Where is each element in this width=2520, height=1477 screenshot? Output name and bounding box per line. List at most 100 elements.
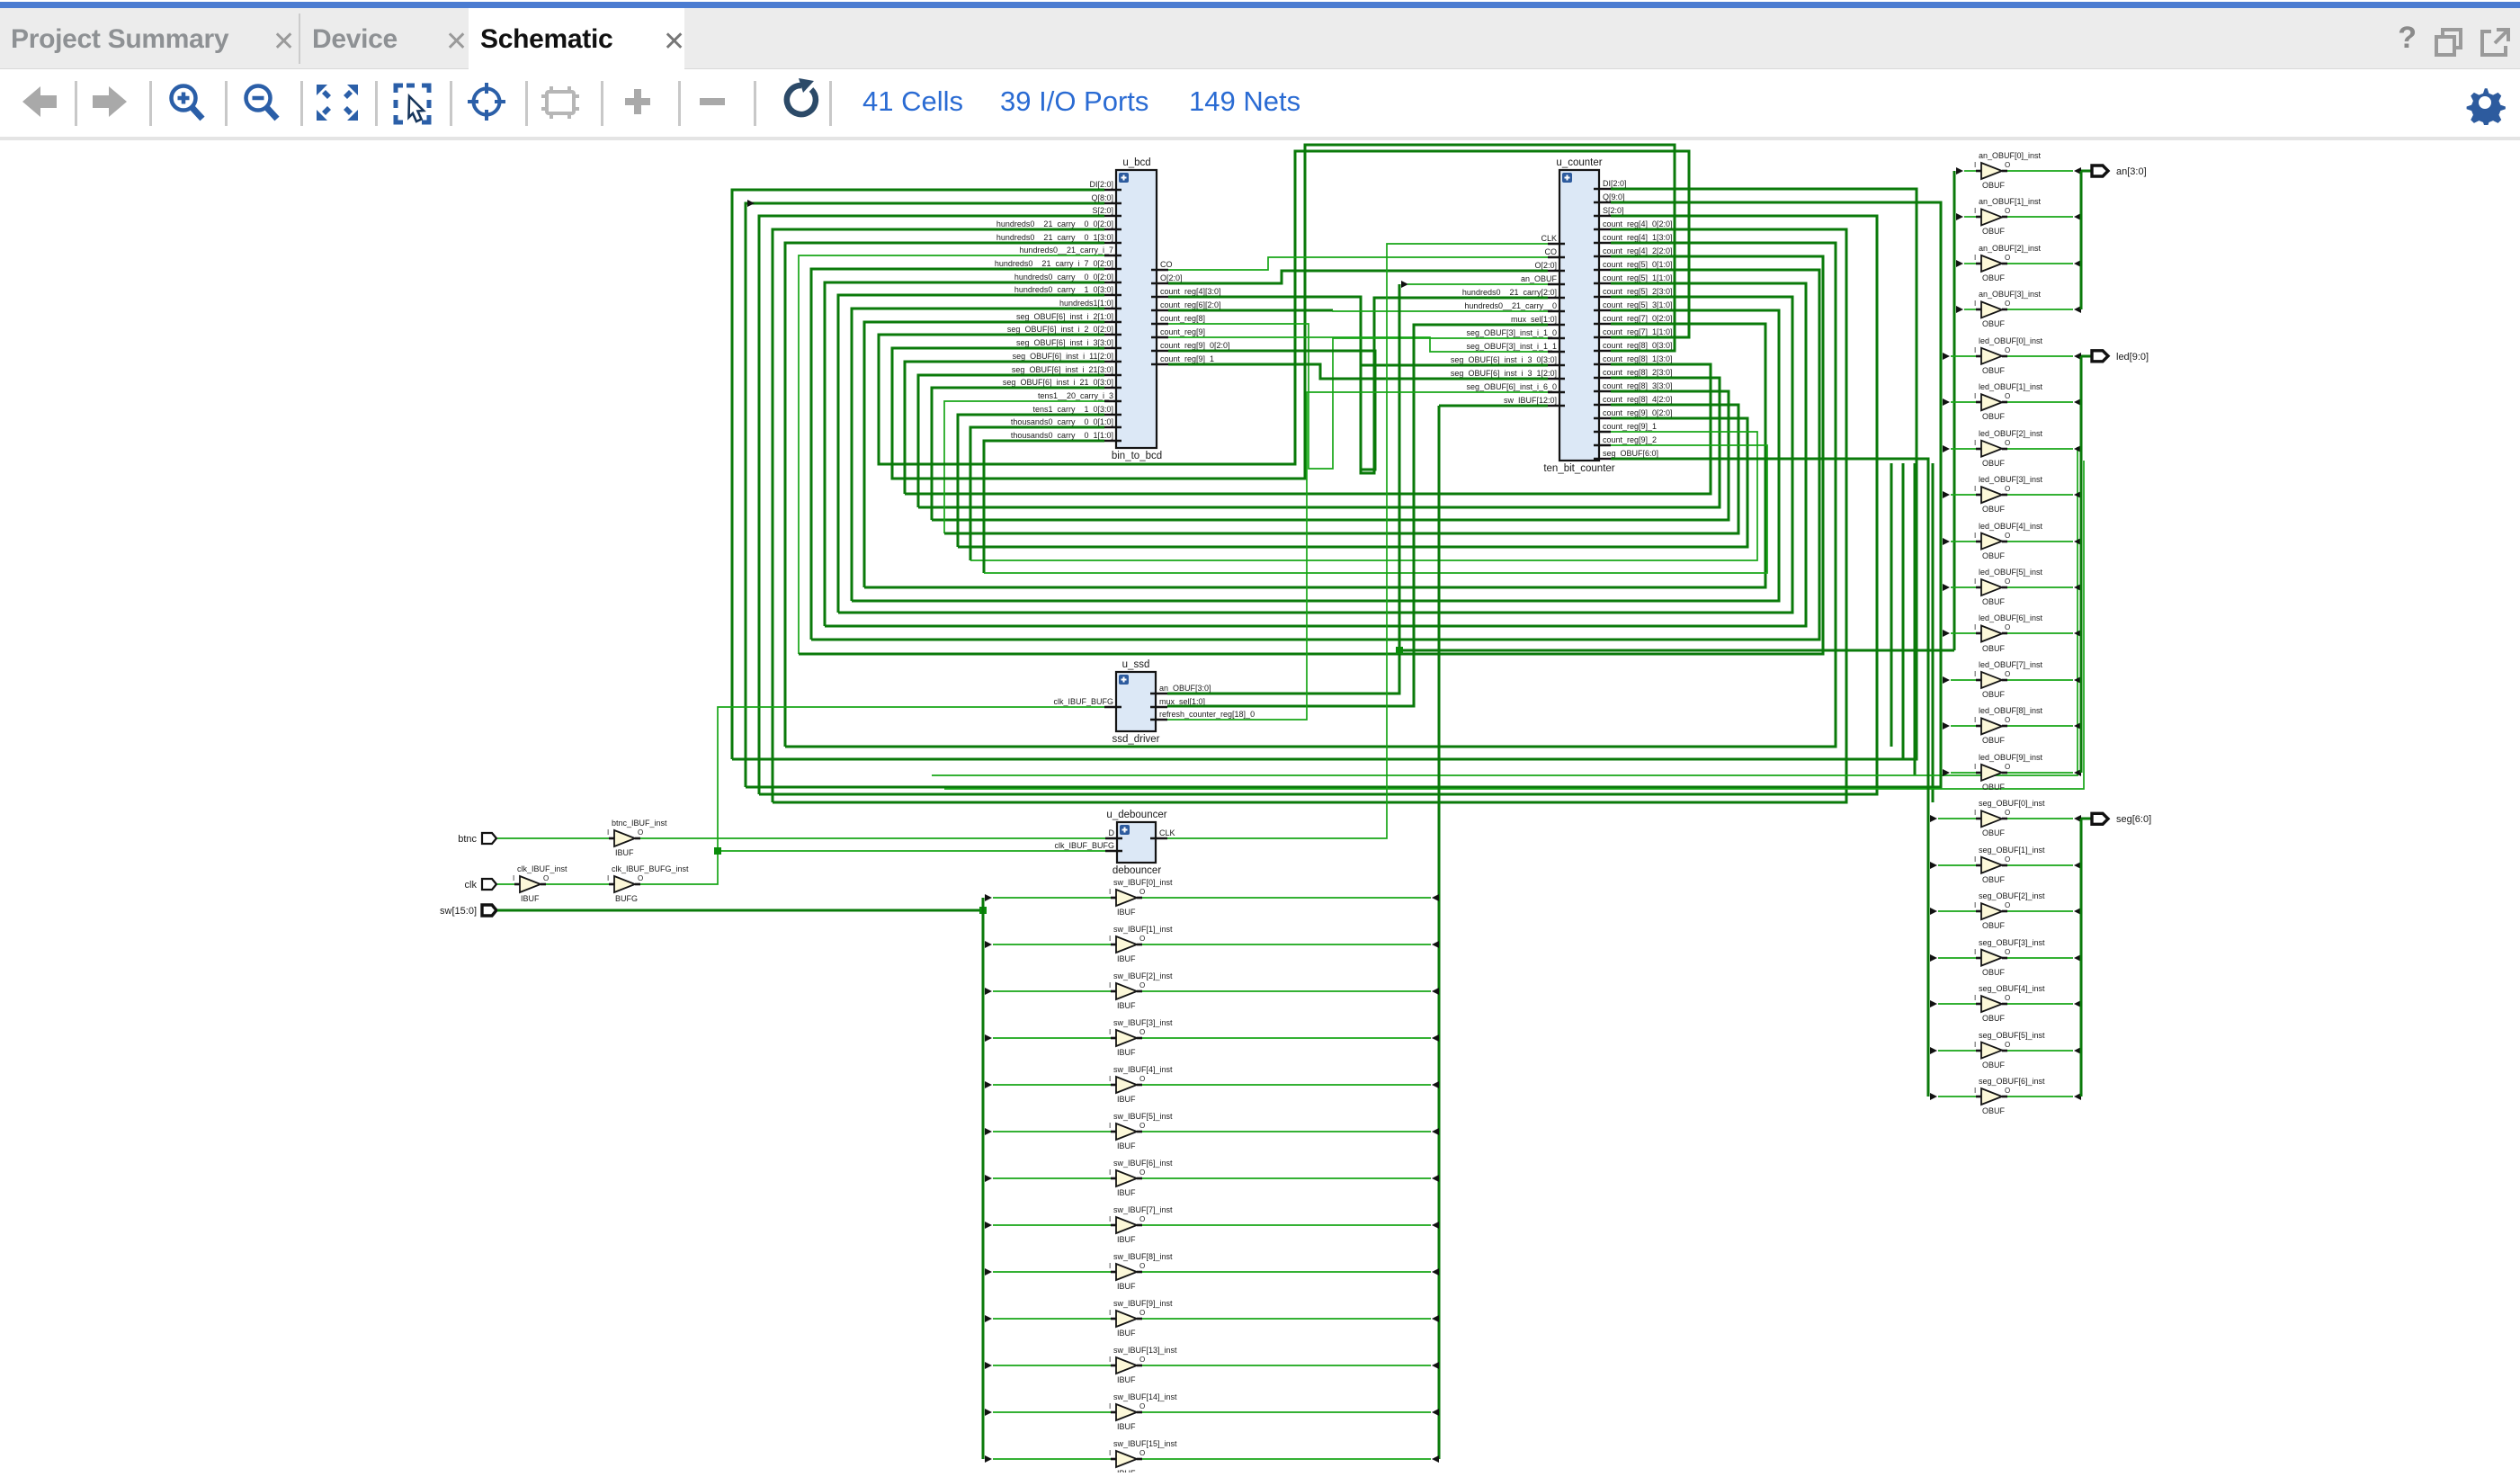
svg-text:O: O — [1139, 888, 1145, 896]
svg-text:I: I — [1109, 1075, 1111, 1083]
svg-text:OBUF: OBUF — [1982, 273, 2006, 282]
svg-text:seg_OBUF[6]_inst: seg_OBUF[6]_inst — [1979, 1077, 2045, 1086]
svg-text:OBUF: OBUF — [1982, 968, 2006, 977]
svg-text:I: I — [1974, 300, 1976, 308]
svg-text:IBUF: IBUF — [1117, 1422, 1136, 1431]
svg-text:O: O — [638, 874, 643, 882]
svg-text:O: O — [1139, 1122, 1145, 1130]
svg-text:an_OBUF[1]_inst: an_OBUF[1]_inst — [1979, 197, 2042, 206]
svg-text:O: O — [1139, 1168, 1145, 1177]
svg-text:led_OBUF[5]_inst: led_OBUF[5]_inst — [1979, 568, 2043, 577]
svg-text:O: O — [2005, 207, 2010, 215]
svg-text:mux_sel[1:0]: mux_sel[1:0] — [1511, 315, 1557, 324]
svg-text:O: O — [2005, 716, 2010, 724]
svg-text:led_OBUF[2]_inst: led_OBUF[2]_inst — [1979, 429, 2043, 438]
svg-text:I: I — [1974, 716, 1976, 724]
svg-text:I: I — [1974, 532, 1976, 540]
svg-text:Q[8:0]: Q[8:0] — [1091, 193, 1113, 202]
svg-text:CLK: CLK — [1541, 234, 1557, 243]
svg-text:btnc_IBUF_inst: btnc_IBUF_inst — [612, 819, 667, 828]
svg-text:O: O — [2005, 994, 2010, 1002]
svg-text:seg_OBUF[6]_inst_i_6_0: seg_OBUF[6]_inst_i_6_0 — [1466, 382, 1557, 391]
svg-text:I: I — [1974, 670, 1976, 678]
svg-text:count_reg[6][2:0]: count_reg[6][2:0] — [1160, 300, 1221, 309]
svg-text:IBUF: IBUF — [1117, 1141, 1136, 1150]
svg-text:IBUF: IBUF — [1117, 1188, 1136, 1197]
svg-text:IBUF: IBUF — [1117, 1282, 1136, 1291]
svg-text:seg_OBUF[1]_inst: seg_OBUF[1]_inst — [1979, 846, 2045, 855]
svg-text:I: I — [1974, 254, 1976, 262]
svg-text:O: O — [1139, 1215, 1145, 1223]
svg-text:IBUF: IBUF — [1117, 1048, 1136, 1057]
svg-text:seg_OBUF[6]_inst_i_11[2:0]: seg_OBUF[6]_inst_i_11[2:0] — [1013, 352, 1113, 361]
svg-text:count_reg[9]_0[2:0]: count_reg[9]_0[2:0] — [1160, 341, 1230, 350]
svg-text:IBUF: IBUF — [521, 894, 540, 903]
svg-text:hundreds0__21_carry__0_0[2:0]: hundreds0__21_carry__0_0[2:0] — [996, 219, 1113, 228]
svg-text:OBUF: OBUF — [1982, 412, 2006, 421]
svg-text:OBUF: OBUF — [1982, 181, 2006, 190]
svg-text:seg_OBUF[4]_inst: seg_OBUF[4]_inst — [1979, 984, 2045, 993]
svg-text:I: I — [513, 874, 514, 882]
svg-text:I: I — [1974, 623, 1976, 631]
svg-text:count_reg[9]_2: count_reg[9]_2 — [1603, 435, 1657, 444]
svg-text:count_reg[7]_0[2:0]: count_reg[7]_0[2:0] — [1603, 314, 1673, 323]
svg-text:led_OBUF[7]_inst: led_OBUF[7]_inst — [1979, 660, 2043, 669]
svg-text:count_reg[5]_1[1:0]: count_reg[5]_1[1:0] — [1603, 273, 1673, 282]
svg-text:count_reg[8]_3[3:0]: count_reg[8]_3[3:0] — [1603, 381, 1673, 390]
svg-text:OBUF: OBUF — [1982, 551, 2006, 560]
svg-text:I: I — [1109, 935, 1111, 943]
svg-text:OBUF: OBUF — [1982, 1061, 2006, 1070]
svg-text:O: O — [2005, 439, 2010, 447]
svg-text:O: O — [1139, 1356, 1145, 1364]
svg-text:an_OBUF[3]_inst: an_OBUF[3]_inst — [1979, 290, 2042, 299]
svg-text:led_OBUF[8]_inst: led_OBUF[8]_inst — [1979, 706, 2043, 715]
svg-text:hundreds1[1:0]: hundreds1[1:0] — [1059, 299, 1113, 308]
svg-text:sw_IBUF[2]_inst: sw_IBUF[2]_inst — [1113, 971, 1173, 980]
svg-text:I: I — [1109, 1356, 1111, 1364]
svg-text:an_OBUF: an_OBUF — [1521, 274, 1558, 283]
svg-text:sw_IBUF[1]_inst: sw_IBUF[1]_inst — [1113, 925, 1173, 934]
svg-text:I: I — [1974, 161, 1976, 169]
svg-text:O: O — [2005, 532, 2010, 540]
svg-text:O: O — [2005, 254, 2010, 262]
svg-text:thousands0_carry__0_1[1:0]: thousands0_carry__0_1[1:0] — [1011, 431, 1113, 440]
svg-text:BUFG: BUFG — [615, 894, 638, 903]
svg-text:IBUF: IBUF — [1117, 954, 1136, 963]
svg-text:count_reg[9]: count_reg[9] — [1160, 327, 1205, 336]
svg-text:hundreds0__21_carry_i_7: hundreds0__21_carry_i_7 — [1019, 246, 1113, 255]
svg-text:seg_OBUF[6]_inst_i_3_0[3:0]: seg_OBUF[6]_inst_i_3_0[3:0] — [1451, 355, 1557, 364]
svg-text:led_OBUF[3]_inst: led_OBUF[3]_inst — [1979, 475, 2043, 484]
svg-text:O: O — [2005, 161, 2010, 169]
svg-text:I: I — [1974, 994, 1976, 1002]
svg-text:O: O — [1139, 1075, 1145, 1083]
svg-text:IBUF: IBUF — [1117, 1329, 1136, 1338]
svg-text:count_reg[8]: count_reg[8] — [1160, 314, 1205, 323]
svg-text:I: I — [1109, 1168, 1111, 1177]
svg-text:O: O — [1139, 1028, 1145, 1036]
svg-text:debouncer: debouncer — [1113, 865, 1162, 876]
svg-text:IBUF: IBUF — [1117, 1001, 1136, 1010]
svg-text:OBUF: OBUF — [1982, 1106, 2006, 1115]
svg-text:S[2:0]: S[2:0] — [1092, 206, 1113, 215]
svg-text:I: I — [1109, 981, 1111, 989]
svg-text:I: I — [1974, 855, 1976, 864]
svg-text:hundreds0__21_carry_i_7_0[2:0]: hundreds0__21_carry_i_7_0[2:0] — [995, 259, 1113, 268]
svg-text:led_OBUF[0]_inst: led_OBUF[0]_inst — [1979, 336, 2043, 345]
svg-text:Q[9:0]: Q[9:0] — [1603, 192, 1625, 201]
svg-text:sw_IBUF[15]_inst: sw_IBUF[15]_inst — [1113, 1439, 1177, 1448]
svg-text:OBUF: OBUF — [1982, 921, 2006, 930]
svg-text:ten_bit_counter: ten_bit_counter — [1543, 463, 1614, 474]
svg-text:seg_OBUF[2]_inst: seg_OBUF[2]_inst — [1979, 891, 2045, 900]
svg-text:tens1_carry__1_0[3:0]: tens1_carry__1_0[3:0] — [1032, 405, 1113, 414]
svg-text:I: I — [1974, 392, 1976, 400]
svg-text:IBUF: IBUF — [615, 848, 634, 857]
svg-text:u_ssd: u_ssd — [1122, 659, 1150, 670]
svg-text:O: O — [2005, 577, 2010, 586]
svg-text:seg_OBUF[0]_inst: seg_OBUF[0]_inst — [1979, 799, 2045, 808]
svg-text:tens1__20_carry_i_3: tens1__20_carry_i_3 — [1038, 391, 1113, 400]
svg-text:I: I — [1109, 1215, 1111, 1223]
svg-text:O: O — [1139, 1402, 1145, 1410]
svg-text:refresh_counter_reg[18]_0: refresh_counter_reg[18]_0 — [1159, 710, 1255, 719]
svg-text:I: I — [1974, 763, 1976, 771]
svg-text:O: O — [1139, 1262, 1145, 1270]
